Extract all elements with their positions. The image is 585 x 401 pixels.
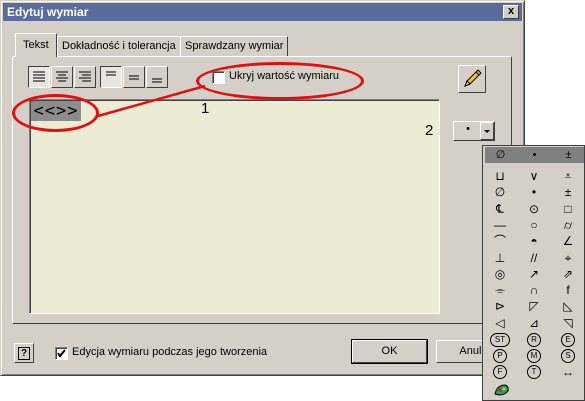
palette-symbol[interactable]: S [552,347,584,364]
palette-symbol[interactable]: — [484,217,516,233]
palette-tool-icon [494,384,509,396]
palette-symbol[interactable]: T [518,364,550,380]
palette-symbol[interactable]: ∅ [484,184,516,200]
palette-header-dot[interactable]: • [519,147,550,163]
palette-symbol-glyph: • [531,185,537,200]
palette-symbol-glyph: ⩡ [564,169,572,183]
palette-symbol[interactable]: ⊳ [484,298,516,314]
palette-symbol[interactable]: R [518,331,550,347]
palette-symbol[interactable]: • [518,184,550,200]
palette-symbol-glyph: ⊔ [495,169,505,183]
palette-symbol-glyph: □ [564,201,572,216]
palette-header-diameter[interactable]: ∅ [485,147,516,163]
palette-symbol-glyph: ⊿ [528,315,540,330]
palette-symbol[interactable]: ◸ [518,298,550,314]
palette-symbol-glyph: ⌭ [563,217,573,232]
palette-symbol-glyph: E [561,332,575,347]
palette-symbol-glyph: ⊳ [494,299,506,314]
palette-symbol-glyph: F [493,365,507,380]
palette-symbol-glyph: ◺ [563,299,573,314]
palette-grid: ⊔ ∨ ⩡ ∅ • ± ℄ ⊙ □ — ○ ⌭ ⌒ ◓ ∠ ⊥ // ⌖ ◎ ↗ ⇗ ⌯ ∩ f ⊳ ◸ ◺ ◁ ⊿ ◹ ST R E P M S F T… [484,168,585,380]
palette-symbol[interactable]: ⌭ [552,217,584,233]
palette-symbol-glyph: ↔ [562,364,574,379]
palette-symbol[interactable]: ⊿ [518,315,550,331]
palette-symbol-glyph: ⊥ [494,250,506,265]
palette-symbol[interactable]: ◁ [484,315,516,331]
palette-symbol-glyph: ST [490,332,510,347]
palette-symbol[interactable]: f [552,282,584,298]
palette-symbol-glyph: ◎ [494,266,506,281]
palette-symbol-glyph: ◹ [563,315,573,330]
palette-symbol-glyph: ⌖ [564,250,572,265]
palette-symbol[interactable]: ◹ [552,315,584,331]
palette-symbol[interactable]: ⊙ [518,201,550,217]
palette-symbol-glyph: ◁ [495,315,505,330]
palette-symbol[interactable]: ⌖ [552,250,584,266]
palette-symbol-glyph: S [561,349,575,364]
palette-symbol-glyph: — [494,217,506,232]
palette-symbol[interactable]: ◎ [484,266,516,282]
symbol-palette: ∅ • ± ⊔ ∨ ⩡ ∅ • ± ℄ ⊙ □ — ○ ⌭ ⌒ ◓ ∠ ⊥//⌖ ◎ ↗ ⇗ ⌯ ∩ f ⊳ ◸ ◺ ◁ ⊿ ◹ ST R… [482,145,585,401]
palette-symbol[interactable]: ⊥ [484,250,516,266]
palette-symbol-glyph: ∅ [494,185,506,200]
palette-symbol-glyph: // [530,250,538,265]
palette-header-plusminus[interactable]: ± [553,147,584,163]
palette-symbol-glyph: ⌒ [493,234,506,249]
palette-symbol-glyph: M [527,349,541,364]
palette-symbol[interactable]: ± [552,184,584,200]
palette-symbol-glyph: R [527,332,541,347]
palette-symbol[interactable]: E [552,331,584,347]
palette-symbol-glyph: ⌯ [495,283,505,298]
palette-symbol-glyph: ↗ [528,266,540,281]
palette-symbol[interactable]: ∩ [518,282,550,298]
palette-symbol-glyph: ∨ [529,169,539,183]
palette-symbol-glyph: f [566,283,570,298]
palette-symbol[interactable]: ↔ [552,364,584,380]
palette-symbol[interactable]: ↗ [518,266,550,282]
palette-symbol-glyph: ◓ [530,234,538,249]
palette-symbol-glyph: ⊙ [528,201,540,216]
palette-symbol[interactable]: P [484,347,516,364]
palette-symbol-glyph: ℄ [496,201,504,216]
palette-symbol-glyph: ± [564,185,572,200]
palette-symbol-glyph: P [493,349,507,364]
palette-symbol[interactable]: ⊔ [484,168,516,184]
palette-symbol-glyph: ◸ [529,299,539,314]
palette-symbol[interactable]: ℄ [484,201,516,217]
palette-symbol-glyph: ∠ [562,234,574,249]
palette-symbol[interactable]: ST [484,331,516,347]
palette-symbol[interactable]: // [518,250,550,266]
palette-symbol-glyph: ⇗ [562,266,574,281]
palette-symbol[interactable]: ∨ [518,168,550,184]
palette-symbol[interactable]: F [484,364,516,380]
palette-symbol[interactable]: ◺ [552,298,584,314]
palette-symbol-glyph: T [527,365,541,380]
palette-symbol-glyph: ∩ [529,283,539,298]
palette-symbol[interactable]: ⇗ [552,266,584,282]
palette-header: ∅ • ± [485,147,584,163]
palette-symbol[interactable]: ○ [518,217,550,233]
palette-symbol[interactable]: ⌒ [484,233,516,249]
palette-symbol[interactable]: ∠ [552,233,584,249]
palette-symbol[interactable]: M [518,347,550,364]
palette-symbol[interactable]: □ [552,201,584,217]
palette-symbol-glyph: ○ [530,217,538,232]
palette-symbol[interactable]: ⩡ [552,168,584,184]
palette-symbol[interactable]: ◓ [518,233,550,249]
palette-symbol[interactable]: ⌯ [484,282,516,298]
palette-tool-button[interactable] [493,382,511,398]
